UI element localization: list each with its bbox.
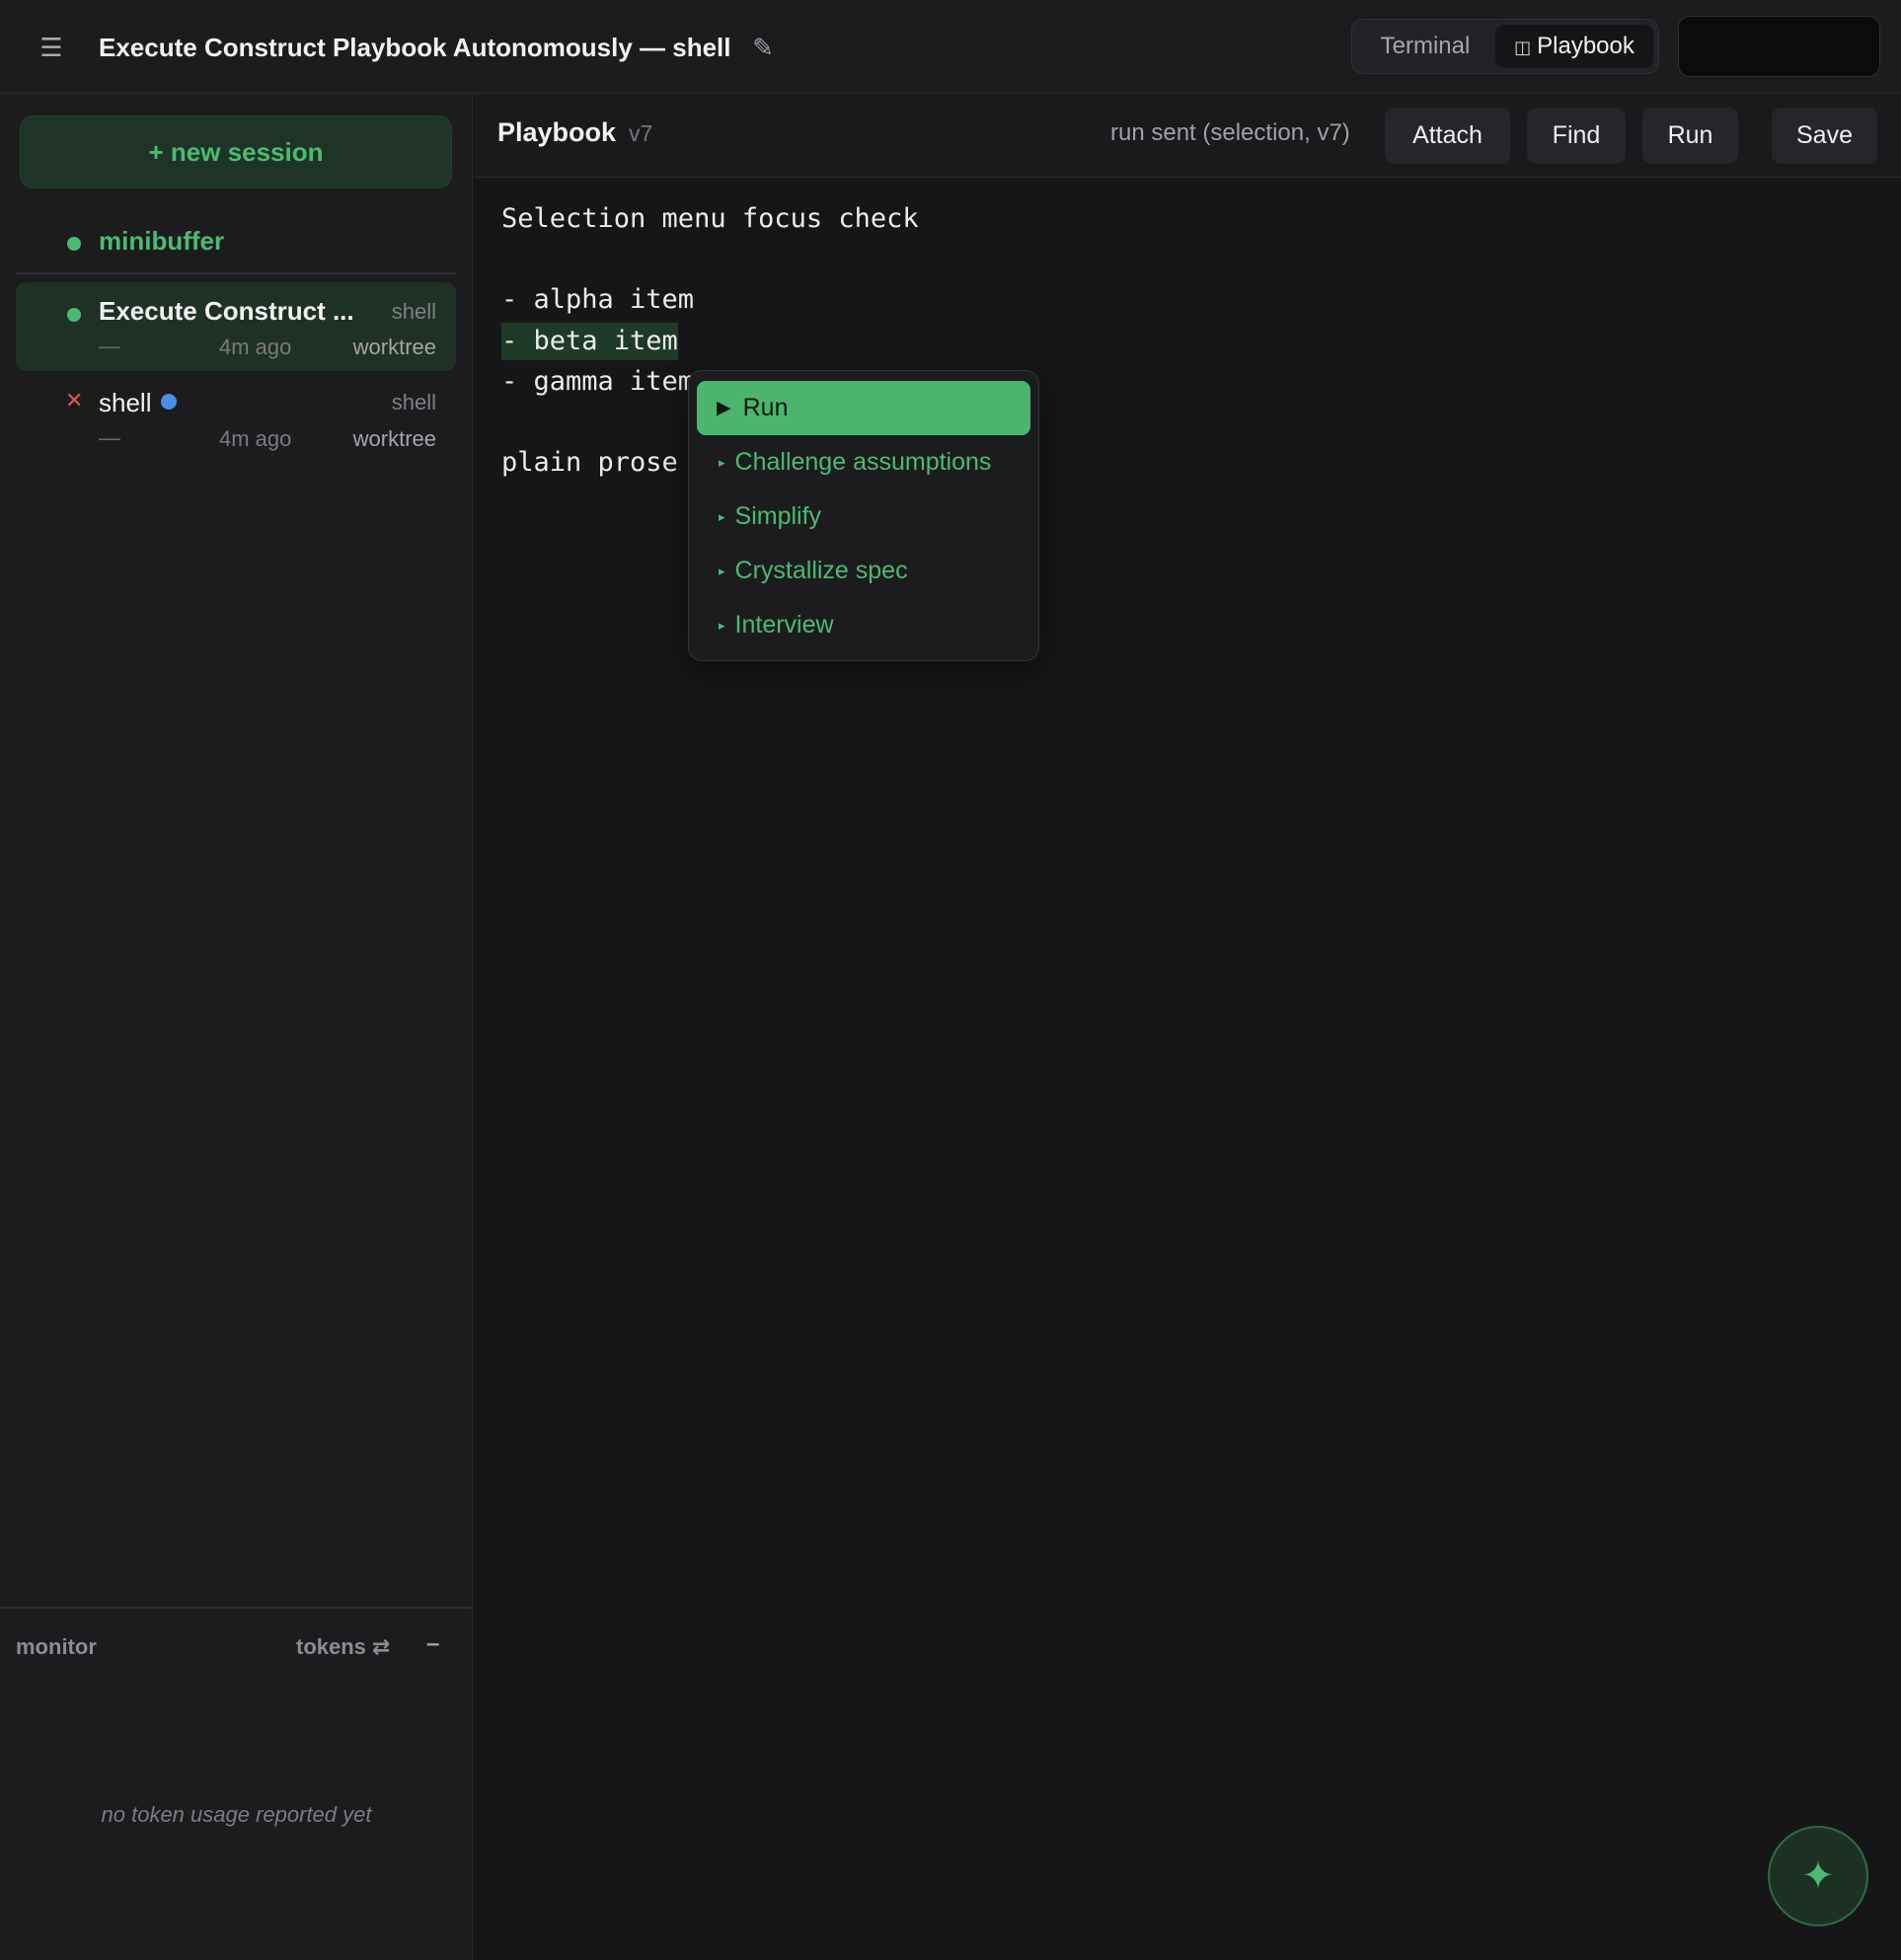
monitor-label: monitor bbox=[16, 1634, 97, 1659]
panel-icon: ◫ bbox=[1514, 38, 1532, 57]
caret-right-icon: ▸ bbox=[719, 509, 725, 524]
session-time: 4m ago bbox=[219, 335, 292, 359]
session-title: Execute Construct ... bbox=[99, 296, 354, 326]
menu-item-label: Interview bbox=[734, 611, 834, 639]
session-item-execute-construct[interactable]: Execute Construct ... shell — 4m ago wor… bbox=[16, 282, 456, 371]
close-icon[interactable]: ✕ bbox=[65, 388, 83, 414]
new-session-button[interactable]: + new session bbox=[20, 115, 452, 188]
sidebar: + new session minibuffer Execute Constru… bbox=[0, 94, 473, 1960]
find-button[interactable]: Find bbox=[1527, 108, 1626, 164]
unread-badge bbox=[161, 394, 178, 410]
monitor-empty-text: no token usage reported yet bbox=[101, 1802, 372, 1827]
session-title: minibuffer bbox=[99, 226, 225, 256]
monitor-panel: monitor tokens ⇄ – no token usage report… bbox=[0, 1607, 473, 1960]
tokens-toggle-button[interactable]: tokens ⇄ bbox=[296, 1634, 390, 1660]
menu-item-label: Crystallize spec bbox=[734, 557, 908, 584]
save-button[interactable]: Save bbox=[1772, 108, 1877, 164]
menu-item-challenge-assumptions[interactable]: ▸ Challenge assumptions bbox=[697, 435, 1030, 490]
top-bar: ☰ Execute Construct Playbook Autonomousl… bbox=[0, 0, 1901, 94]
menu-item-label: Simplify bbox=[734, 502, 822, 530]
menu-item-run[interactable]: ▶ Run bbox=[697, 381, 1030, 435]
edit-title-icon[interactable]: ✎ bbox=[748, 28, 778, 67]
collapse-monitor-button[interactable]: – bbox=[426, 1630, 439, 1658]
caret-right-icon: ▸ bbox=[719, 564, 725, 578]
editor-line[interactable]: plain prose bbox=[501, 444, 678, 482]
menu-item-label: Challenge assumptions bbox=[734, 448, 992, 476]
playbook-header: Playbook v7 run sent (selection, v7) Att… bbox=[474, 94, 1901, 178]
status-dot bbox=[67, 237, 81, 251]
menu-icon[interactable]: ☰ bbox=[36, 28, 67, 67]
session-time: 4m ago bbox=[219, 426, 292, 451]
session-kind: shell bbox=[391, 390, 436, 415]
session-branch: — bbox=[99, 425, 120, 450]
editor-line[interactable]: Selection menu focus check bbox=[501, 200, 919, 238]
session-branch: — bbox=[99, 334, 120, 358]
divider bbox=[16, 272, 456, 274]
run-status: run sent (selection, v7) bbox=[1110, 119, 1350, 146]
tab-playbook[interactable]: ◫ Playbook bbox=[1495, 25, 1653, 68]
sparkle-icon: ✦ bbox=[1801, 1854, 1835, 1898]
session-title-wrap: shell bbox=[99, 388, 178, 418]
selection-context-menu: ▶ Run ▸ Challenge assumptions ▸ Simplify ▸ C… bbox=[688, 370, 1039, 661]
menu-item-label: Run bbox=[742, 394, 789, 421]
attach-button[interactable]: Attach bbox=[1385, 108, 1510, 164]
tab-terminal[interactable]: Terminal bbox=[1358, 25, 1492, 68]
menu-item-simplify[interactable]: ▸ Simplify bbox=[697, 490, 1030, 544]
session-title: Execute Construct Playbook Autonomously … bbox=[99, 33, 731, 62]
session-worktree: worktree bbox=[352, 426, 436, 451]
session-title: shell bbox=[99, 388, 152, 417]
menu-item-interview[interactable]: ▸ Interview bbox=[697, 598, 1030, 652]
run-button[interactable]: Run bbox=[1642, 108, 1738, 164]
menu-item-crystallize-spec[interactable]: ▸ Crystallize spec bbox=[697, 544, 1030, 598]
status-dot bbox=[67, 308, 81, 322]
editor-line[interactable]: - gamma item bbox=[501, 363, 694, 401]
session-worktree: worktree bbox=[352, 335, 436, 359]
editor-line[interactable]: - alpha item bbox=[501, 281, 694, 319]
session-item-shell[interactable]: ✕ shell shell — 4m ago worktree bbox=[16, 376, 456, 465]
playbook-title: Playbook bbox=[497, 117, 617, 147]
caret-right-icon: ▸ bbox=[719, 618, 725, 633]
view-toggle: Terminal ◫ Playbook bbox=[1351, 19, 1659, 74]
session-kind: shell bbox=[391, 299, 436, 324]
playbook-version: v7 bbox=[629, 120, 653, 146]
tab-playbook-label: Playbook bbox=[1537, 33, 1635, 59]
session-item-minibuffer[interactable]: minibuffer bbox=[16, 212, 456, 273]
selected-text[interactable]: - beta item bbox=[501, 323, 678, 360]
account-area[interactable] bbox=[1678, 16, 1880, 77]
assistant-fab-button[interactable]: ✦ bbox=[1768, 1826, 1868, 1926]
play-icon: ▶ bbox=[717, 398, 731, 418]
caret-right-icon: ▸ bbox=[719, 455, 725, 470]
